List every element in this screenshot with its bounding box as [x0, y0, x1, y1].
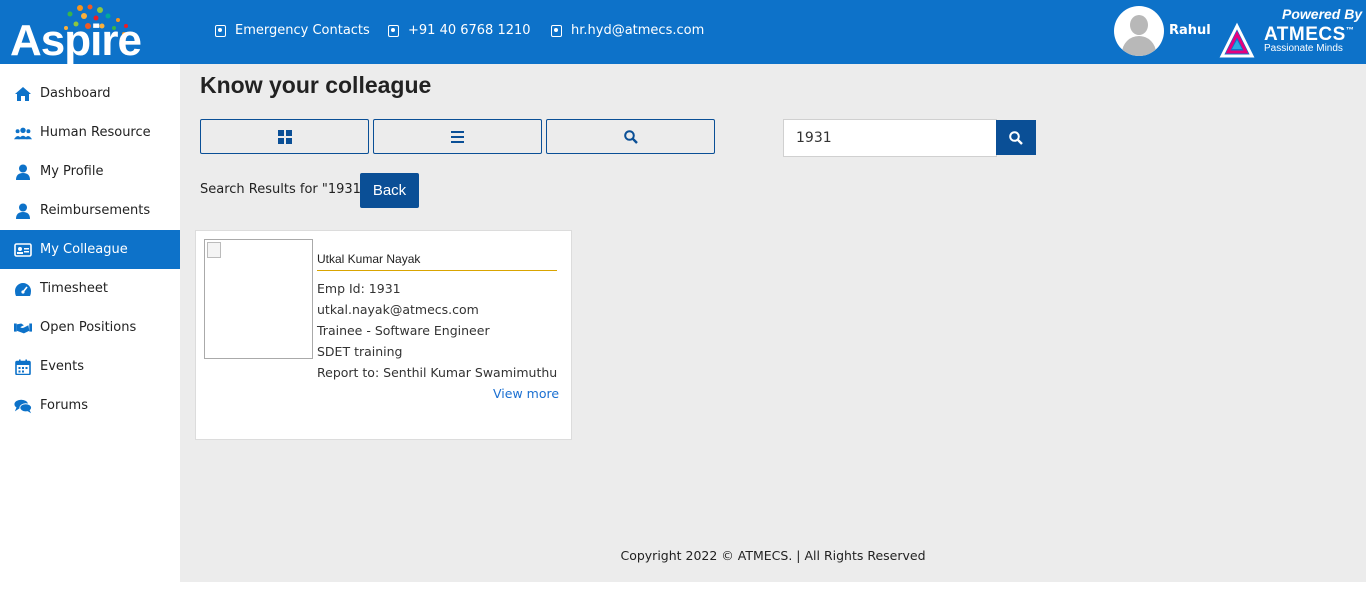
sidebar-item-reimbursements[interactable]: Reimbursements: [0, 191, 180, 230]
contact-card-icon: [551, 24, 562, 37]
main-content: Know your colleague Search Results for "…: [180, 64, 1366, 582]
footer-copyright: Copyright 2022 © ATMECS. | All Rights Re…: [620, 548, 926, 563]
phone-contact[interactable]: +91 40 6768 1210: [388, 23, 531, 38]
id-card-icon: [14, 242, 32, 258]
atmecs-tagline: Passionate Minds: [1264, 43, 1343, 54]
sidebar-item-human-resource[interactable]: Human Resource: [0, 113, 180, 152]
hr-email: hr.hyd@atmecs.com: [571, 23, 705, 38]
user-icon: [14, 164, 32, 180]
colleague-designation: Trainee - Software Engineer: [317, 323, 490, 338]
colleague-email: utkal.nayak@atmecs.com: [317, 302, 479, 317]
colleague-report-to: Report to: Senthil Kumar Swamimuthu: [317, 365, 558, 380]
colleague-emp-id: Emp Id: 1931: [317, 281, 401, 296]
view-more-link[interactable]: View more: [493, 386, 559, 401]
page-bottom-area: [180, 582, 1366, 612]
top-bar: Aspire Emergency Contacts +91 40 6768 12…: [0, 0, 1366, 65]
user-name[interactable]: Rahul: [1169, 23, 1211, 38]
user-avatar[interactable]: [1114, 6, 1164, 56]
handshake-icon: [14, 320, 32, 336]
emergency-contacts-label: Emergency Contacts: [235, 23, 370, 38]
sidebar: Dashboard Human Resource My Profile Reim…: [0, 64, 180, 612]
search-button[interactable]: [996, 120, 1036, 155]
sidebar-item-label: Events: [40, 359, 85, 374]
avatar-head: [1130, 15, 1148, 35]
contact-card-icon: [388, 24, 399, 37]
aspire-logo[interactable]: Aspire: [8, 4, 158, 65]
home-icon: [14, 86, 32, 102]
sidebar-item-open-positions[interactable]: Open Positions: [0, 308, 180, 347]
phone-number: +91 40 6768 1210: [408, 23, 531, 38]
search-view-button[interactable]: [546, 119, 715, 154]
sidebar-item-forums[interactable]: Forums: [0, 386, 180, 425]
list-view-icon: [451, 130, 464, 143]
contact-card-icon: [215, 24, 226, 37]
email-contact[interactable]: hr.hyd@atmecs.com: [551, 23, 704, 38]
colleague-photo: [204, 239, 313, 359]
colleague-team: SDET training: [317, 344, 403, 359]
sidebar-item-label: Human Resource: [40, 125, 151, 140]
list-view-button[interactable]: [373, 119, 542, 154]
colleague-name: Utkal Kumar Nayak: [317, 252, 557, 271]
sidebar-item-my-profile[interactable]: My Profile: [0, 152, 180, 191]
sidebar-item-label: Reimbursements: [40, 203, 151, 218]
search-results-label: Search Results for "1931": [200, 182, 367, 197]
sidebar-item-label: Dashboard: [40, 86, 111, 101]
search-view-icon: [623, 129, 638, 144]
users-icon: [14, 125, 32, 141]
sidebar-item-events[interactable]: Events: [0, 347, 180, 386]
sidebar-item-dashboard[interactable]: Dashboard: [0, 74, 180, 113]
comments-icon: [14, 398, 32, 414]
powered-by-label: Powered By: [1282, 6, 1363, 22]
sidebar-item-label: Timesheet: [40, 281, 108, 296]
colleague-card: Utkal Kumar Nayak Emp Id: 1931 utkal.nay…: [195, 230, 572, 440]
logo-text: Aspire: [10, 16, 142, 65]
atmecs-logo-icon: [1219, 22, 1255, 58]
search-icon: [1009, 130, 1023, 145]
emergency-contacts-link[interactable]: Emergency Contacts: [215, 23, 370, 38]
back-button[interactable]: Back: [360, 173, 419, 208]
grid-view-button[interactable]: [200, 119, 369, 154]
sidebar-item-label: My Profile: [40, 164, 104, 179]
sidebar-item-my-colleague[interactable]: My Colleague: [0, 230, 180, 269]
search-input[interactable]: [783, 119, 997, 157]
sidebar-item-label: Forums: [40, 398, 88, 413]
page-title: Know your colleague: [200, 72, 432, 98]
avatar-body: [1122, 36, 1156, 56]
sidebar-item-label: Open Positions: [40, 320, 137, 335]
calendar-icon: [14, 359, 32, 375]
sidebar-item-timesheet[interactable]: Timesheet: [0, 269, 180, 308]
sidebar-item-label: My Colleague: [40, 242, 128, 257]
grid-view-icon: [277, 129, 292, 144]
user-icon: [14, 203, 32, 219]
gauge-icon: [14, 281, 32, 297]
broken-image-icon: [207, 242, 221, 258]
